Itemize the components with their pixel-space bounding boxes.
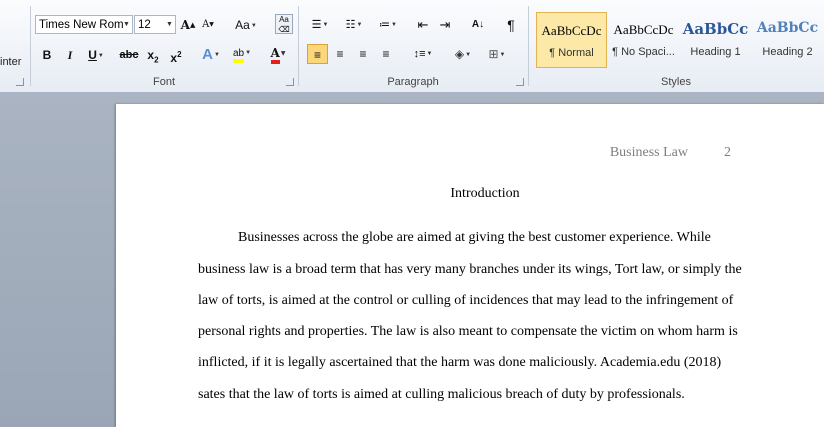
style-name: ¶ Normal xyxy=(549,47,594,59)
superscript-button[interactable]: x2 xyxy=(167,45,185,65)
section-title: Introduction xyxy=(450,186,520,201)
body-text-line: inflicted, if it is legally ascertained … xyxy=(198,355,722,370)
chevron-down-icon[interactable]: ▼ xyxy=(121,16,132,33)
styles-group: AaBbCcDc ¶ Normal AaBbCcDc ¶ No Spaci...… xyxy=(528,0,824,91)
multilevel-list-icon[interactable]: ≔▼ xyxy=(374,15,402,35)
borders-icon[interactable]: ⊞▼ xyxy=(483,44,511,64)
font-group-label: Font xyxy=(152,76,175,88)
clipboard-group: inter xyxy=(0,0,30,91)
subscript-button[interactable]: x2 xyxy=(144,45,162,65)
font-name-value: Times New Rom xyxy=(39,19,124,31)
underline-button[interactable]: U▼ xyxy=(85,45,107,65)
style-name: Heading 1 xyxy=(690,46,741,58)
font-name-combo[interactable]: Times New Rom ▼ xyxy=(35,15,133,34)
style-heading-2[interactable]: AaBbCc Heading 2 xyxy=(752,12,823,68)
style-sample: AaBbCcDc xyxy=(541,23,602,38)
style-name: Heading 2 xyxy=(762,46,813,58)
style-no-spacing[interactable]: AaBbCcDc ¶ No Spaci... xyxy=(608,12,679,68)
bullets-icon[interactable]: ☰▼ xyxy=(306,15,334,35)
document-page[interactable]: Business Law 2 Introduction Businesses ac… xyxy=(116,104,824,427)
strikethrough-button[interactable]: abc xyxy=(118,45,140,65)
line-spacing-icon[interactable]: ↕≡▼ xyxy=(409,44,437,64)
paragraph-group-label: Paragraph xyxy=(387,76,439,88)
font-size-combo[interactable]: 12 ▼ xyxy=(134,15,176,34)
paragraph-group: ☰▼ ☷▼ ≔▼ ⇤ ⇥ A↓ ¶ ≡ ≡ ≡ ≡ ↕≡▼ ◈▼ ⊞▼ Para… xyxy=(298,0,528,91)
page-number: 2 xyxy=(724,145,731,160)
italic-button[interactable]: I xyxy=(62,45,78,65)
shading-icon[interactable]: ◈▼ xyxy=(449,44,477,64)
body-text-line: business law is a broad term that has ve… xyxy=(198,262,742,277)
font-dialog-launcher-icon[interactable] xyxy=(286,78,294,86)
show-formatting-marks-icon[interactable]: ¶ xyxy=(502,15,520,35)
ribbon: inter Times New Rom ▼ 12 ▼ A▲ A▼ Aa▼ Aa ⌫… xyxy=(0,0,824,93)
align-right-button[interactable]: ≡ xyxy=(354,44,372,64)
header-text: Business Law xyxy=(609,145,688,160)
style-sample: AaBbCcDc xyxy=(613,22,674,37)
sort-icon[interactable]: A↓ xyxy=(468,15,488,35)
body-text-line: law of torts, is aimed at the control or… xyxy=(198,293,734,308)
style-sample: AaBbCc xyxy=(756,20,819,36)
shrink-font-icon[interactable]: A▼ xyxy=(200,15,216,35)
highlight-color-icon[interactable]: ab▼ xyxy=(228,43,256,63)
page-header: Business Law 2 xyxy=(610,145,731,161)
numbering-icon[interactable]: ☷▼ xyxy=(340,15,368,35)
font-group: Times New Rom ▼ 12 ▼ A▲ A▼ Aa▼ Aa ⌫ B I U… xyxy=(30,0,298,91)
style-name: ¶ No Spaci... xyxy=(612,46,675,58)
bold-button[interactable]: B xyxy=(39,45,55,65)
decrease-indent-icon[interactable]: ⇤ xyxy=(414,15,432,35)
align-left-button[interactable]: ≡ xyxy=(307,44,328,64)
grow-font-icon[interactable]: A▲ xyxy=(180,15,196,35)
increase-indent-icon[interactable]: ⇥ xyxy=(436,15,454,35)
body-text-line: sates that the law of torts is aimed at … xyxy=(198,387,685,402)
font-color-icon[interactable]: A▼ xyxy=(264,43,292,64)
paragraph-dialog-launcher-icon[interactable] xyxy=(516,78,524,86)
font-size-value: 12 xyxy=(138,19,151,31)
justify-button[interactable]: ≡ xyxy=(377,44,395,64)
change-case-icon[interactable]: Aa▼ xyxy=(232,15,260,35)
clipboard-dialog-launcher-icon[interactable] xyxy=(16,78,24,86)
chevron-down-icon[interactable]: ▼ xyxy=(164,16,175,33)
align-center-button[interactable]: ≡ xyxy=(331,44,349,64)
style-normal[interactable]: AaBbCcDc ¶ Normal xyxy=(536,12,607,68)
clear-formatting-icon[interactable]: Aa ⌫ xyxy=(275,14,293,34)
body-text-line: Businesses across the globe are aimed at… xyxy=(238,230,711,245)
format-painter-button[interactable]: inter xyxy=(0,56,21,68)
text-effects-icon[interactable]: A▼ xyxy=(198,45,224,65)
body-text-line: personal rights and properties. The law … xyxy=(198,324,738,339)
styles-group-label: Styles xyxy=(661,76,691,88)
style-sample: AaBbCс xyxy=(682,20,749,38)
style-heading-1[interactable]: AaBbCс Heading 1 xyxy=(680,12,751,68)
